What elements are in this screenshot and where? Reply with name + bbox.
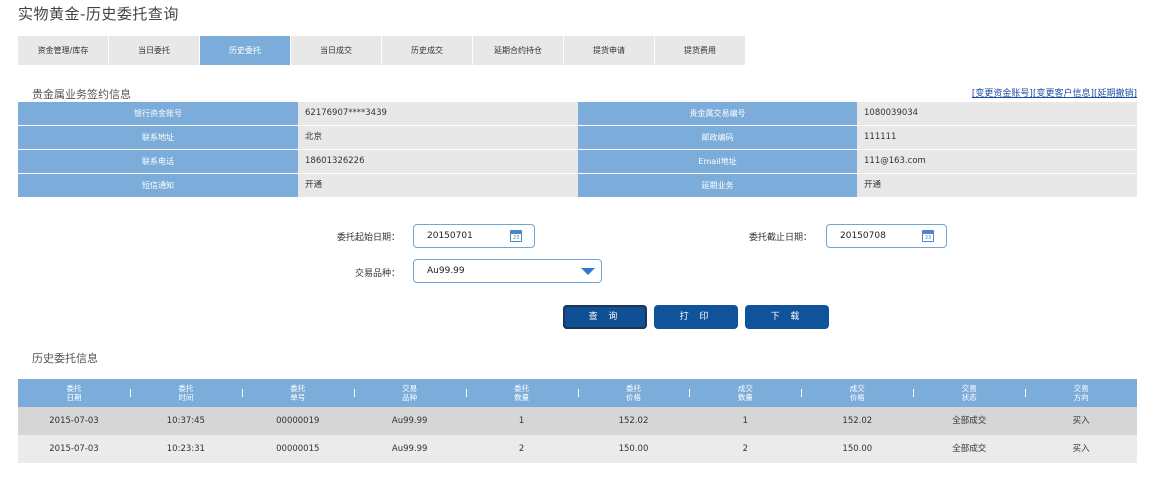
info-label: 延期业务 [578,174,857,197]
table-cell: 152.02 [618,416,649,426]
tab-today-orders[interactable]: 当日委托 [109,36,200,65]
account-links: [变更资金账号][变更客户信息][延期撤销] [972,86,1137,99]
info-label: Email地址 [578,150,857,173]
table-header: 委托 日期 委托 时间 委托 单号 交易 品种 委托 数量 委托 价格 成交 数量 成交 价格 … [18,379,1137,407]
info-label: 邮政编码 [578,126,857,149]
signing-info-title: 贵金属业务签约信息 [32,88,131,101]
info-value: 开通 [857,174,1137,197]
info-value: 北京 [298,126,578,149]
table-row[interactable]: 2015-07-03 10:23:31 00000015 Au99.99 2 1… [18,435,1137,463]
column-header: 成交 价格 [801,379,913,407]
history-orders-table: 委托 日期 委托 时间 委托 单号 交易 品种 委托 数量 委托 价格 成交 数量 成交 价格 … [18,379,1137,463]
change-fund-account-link[interactable]: [变更资金账号] [972,89,1033,99]
signing-info-table: 银行资金账号 62176907****3439 贵金属交易编号 10800390… [18,102,1137,198]
product-label: 交易品种： [354,269,400,279]
table-cell: 10:37:45 [166,416,205,426]
table-row[interactable]: 2015-07-03 10:37:45 00000019 Au99.99 1 1… [18,407,1137,435]
end-date-value: 20150708 [840,231,886,241]
end-date-input[interactable]: 20150708 23 [826,224,947,248]
history-orders-title: 历史委托信息 [32,352,98,365]
table-cell: 150.00 [618,444,649,454]
product-select[interactable]: Au99.99 [413,259,602,283]
calendar-icon[interactable]: 23 [922,230,934,242]
info-label: 贵金属交易编号 [578,102,857,125]
page-title: 实物黄金-历史委托查询 [18,5,179,23]
table-cell: Au99.99 [391,444,428,454]
tab-history-orders[interactable]: 历史委托 [200,36,291,65]
column-header: 交易 方向 [1025,379,1137,407]
table-cell: 2 [742,444,749,454]
info-label: 联系地址 [18,126,298,149]
table-cell: 2015-07-03 [49,416,99,426]
table-cell: 2 [518,444,525,454]
column-header: 委托 单号 [241,379,354,407]
column-header: 交易 品种 [353,379,466,407]
table-cell: 2015-07-03 [49,444,99,454]
column-header: 成交 数量 [689,379,801,407]
end-date-label: 委托截止日期： [748,233,812,243]
download-button[interactable]: 下 载 [745,305,829,329]
tab-deferred-positions[interactable]: 延期合约持仓 [473,36,564,65]
table-cell: 买入 [1072,416,1090,426]
table-cell: 全部成交 [952,416,987,426]
column-header: 交易 状态 [913,379,1025,407]
table-cell: 全部成交 [952,444,987,454]
info-row: 短信通知 开通 延期业务 开通 [18,174,1137,198]
tab-delivery-fees[interactable]: 提货费用 [655,36,746,65]
table-cell: Au99.99 [391,416,428,426]
column-header: 委托 数量 [465,379,578,407]
tab-today-deals[interactable]: 当日成交 [291,36,382,65]
product-value: Au99.99 [427,266,465,276]
info-row: 联系电话 18601326226 Email地址 111@163.com [18,150,1137,174]
column-header: 委托 价格 [577,379,690,407]
info-row: 银行资金账号 62176907****3439 贵金属交易编号 10800390… [18,102,1137,126]
start-date-label: 委托起始日期： [336,233,400,243]
cancel-deferral-link[interactable]: [延期撤销] [1094,89,1137,99]
info-value: 1080039034 [857,102,1137,125]
tab-delivery-request[interactable]: 提货申请 [564,36,655,65]
table-cell: 150.00 [842,444,873,454]
print-button[interactable]: 打 印 [654,305,738,329]
table-cell: 00000019 [276,416,320,426]
info-row: 联系地址 北京 邮政编码 111111 [18,126,1137,150]
dropdown-caret-icon [581,268,595,275]
column-header: 委托 日期 [66,384,82,402]
info-label: 短信通知 [18,174,298,197]
tab-funds-inventory[interactable]: 资金管理/库存 [18,36,109,65]
table-cell: 00000015 [276,444,320,454]
change-customer-info-link[interactable]: [变更客户信息] [1033,89,1094,99]
tab-bar: 资金管理/库存 当日委托 历史委托 当日成交 历史成交 延期合约持仓 提货申请 … [18,36,746,65]
table-cell: 买入 [1072,444,1090,454]
calendar-icon[interactable]: 23 [510,230,522,242]
info-label: 银行资金账号 [18,102,298,125]
info-value: 111111 [857,126,1137,149]
tab-history-deals[interactable]: 历史成交 [382,36,473,65]
info-label: 联系电话 [18,150,298,173]
table-cell: 10:23:31 [166,444,205,454]
info-value: 开通 [298,174,578,197]
start-date-input[interactable]: 20150701 23 [413,224,535,248]
info-value: 62176907****3439 [298,102,578,125]
info-value: 111@163.com [857,150,1137,173]
table-cell: 152.02 [842,416,873,426]
info-value: 18601326226 [298,150,578,173]
start-date-value: 20150701 [427,231,473,241]
table-cell: 1 [518,416,525,426]
column-header: 委托 时间 [129,379,242,407]
table-cell: 1 [742,416,749,426]
query-button[interactable]: 查 询 [563,305,647,329]
